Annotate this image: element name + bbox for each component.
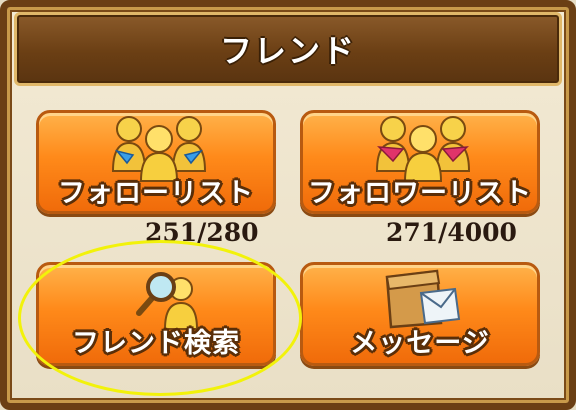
follower-list-button[interactable]: フォロワーリスト bbox=[300, 110, 540, 214]
panel-header: フレンド bbox=[14, 12, 562, 86]
message-label: メッセージ bbox=[350, 328, 490, 359]
follow-count: 251/280 bbox=[145, 218, 259, 247]
follower-count: 271/4000 bbox=[386, 218, 517, 247]
friend-search-label: フレンド検索 bbox=[72, 328, 240, 359]
follow-list-button[interactable]: フォローリスト bbox=[36, 110, 276, 214]
message-button[interactable]: メッセージ bbox=[300, 262, 540, 366]
follow-list-label: フォローリスト bbox=[58, 178, 254, 209]
follower-list-label: フォロワーリスト bbox=[308, 178, 532, 209]
friend-search-button[interactable]: フレンド検索 bbox=[36, 262, 276, 366]
page-title: フレンド bbox=[219, 32, 356, 70]
